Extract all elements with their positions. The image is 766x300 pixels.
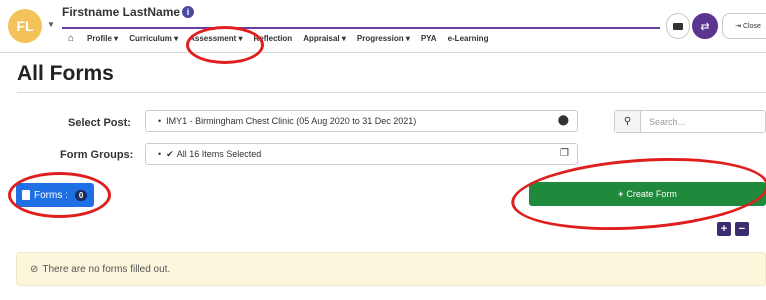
chevron-down-icon[interactable]: ▼ <box>47 20 55 29</box>
create-form-button[interactable]: + Create Form <box>529 182 766 206</box>
nav-item-appraisal[interactable]: Appraisal ▾ <box>303 34 346 43</box>
main-nav: ⌂ Profile ▾ Curriculum ▾ Assessment ▾ Re… <box>68 33 488 44</box>
empty-state-alert: ⊘ There are no forms filled out. <box>16 252 766 286</box>
map-marker-icon: ⬤ <box>557 115 569 126</box>
bullet: • <box>158 116 162 126</box>
envelope-icon <box>673 22 683 30</box>
plus-icon: + <box>618 189 624 199</box>
form-groups-label: Form Groups: <box>60 149 134 161</box>
header-separator <box>0 52 766 53</box>
copy-icon: ❐ <box>560 148 569 159</box>
page-title: All Forms <box>17 62 114 85</box>
nav-item-reflection[interactable]: Reflection <box>254 34 293 43</box>
select-post-label: Select Post: <box>68 117 131 129</box>
select-post-dropdown[interactable]: • IMY1 - Birmingham Chest Clinic (05 Aug… <box>145 110 578 132</box>
exit-icon: ⇥ <box>735 23 741 30</box>
top-header: FL ▼ Firstname LastName i ⌂ Profile ▾ Cu… <box>0 0 766 52</box>
forms-count-button[interactable]: Forms : 0 <box>16 183 94 207</box>
ban-icon: ⊘ <box>30 263 39 275</box>
select-post-value: IMY1 - Birmingham Chest Clinic (05 Aug 2… <box>166 116 417 126</box>
collapse-all-button[interactable]: − <box>735 222 749 236</box>
nav-item-progression[interactable]: Progression ▾ <box>357 34 410 43</box>
close-label: Close <box>742 22 761 30</box>
messages-button[interactable] <box>666 13 690 39</box>
user-name: Firstname LastName <box>62 5 181 19</box>
switch-button[interactable]: ⇄ <box>692 13 718 39</box>
close-button[interactable]: ⇥ Close <box>722 13 766 39</box>
checks-icon: ✔ <box>166 148 174 159</box>
bullet: • <box>158 149 162 159</box>
plus-icon: + <box>720 223 728 235</box>
header-divider <box>62 27 660 29</box>
switch-icon: ⇄ <box>700 20 710 33</box>
form-groups-value: All 16 Items Selected <box>176 149 262 159</box>
form-groups-dropdown[interactable]: • ✔ All 16 Items Selected ❐ <box>145 143 578 165</box>
nav-item-pya[interactable]: PYA <box>421 34 437 43</box>
expand-all-button[interactable]: + <box>717 222 731 236</box>
forms-count-badge: 0 <box>74 189 88 201</box>
empty-state-message: There are no forms filled out. <box>42 263 171 275</box>
nav-item-profile[interactable]: Profile ▾ <box>87 34 118 43</box>
forms-label: Forms : <box>34 189 68 201</box>
info-icon[interactable]: i <box>182 6 194 18</box>
search-box: ⚲ <box>614 110 766 133</box>
document-icon <box>22 190 30 200</box>
title-divider <box>17 92 766 93</box>
nav-item-curriculum[interactable]: Curriculum ▾ <box>129 34 178 43</box>
avatar[interactable]: FL <box>8 9 42 43</box>
nav-item-assessment[interactable]: Assessment ▾ <box>189 34 242 43</box>
home-icon[interactable]: ⌂ <box>68 33 74 44</box>
create-form-label: Create Form <box>626 189 677 199</box>
minus-icon: − <box>738 223 746 235</box>
nav-item-elearning[interactable]: e-Learning <box>448 34 489 43</box>
avatar-initials: FL <box>16 18 34 34</box>
search-icon[interactable]: ⚲ <box>615 111 641 132</box>
search-input[interactable] <box>641 116 761 127</box>
